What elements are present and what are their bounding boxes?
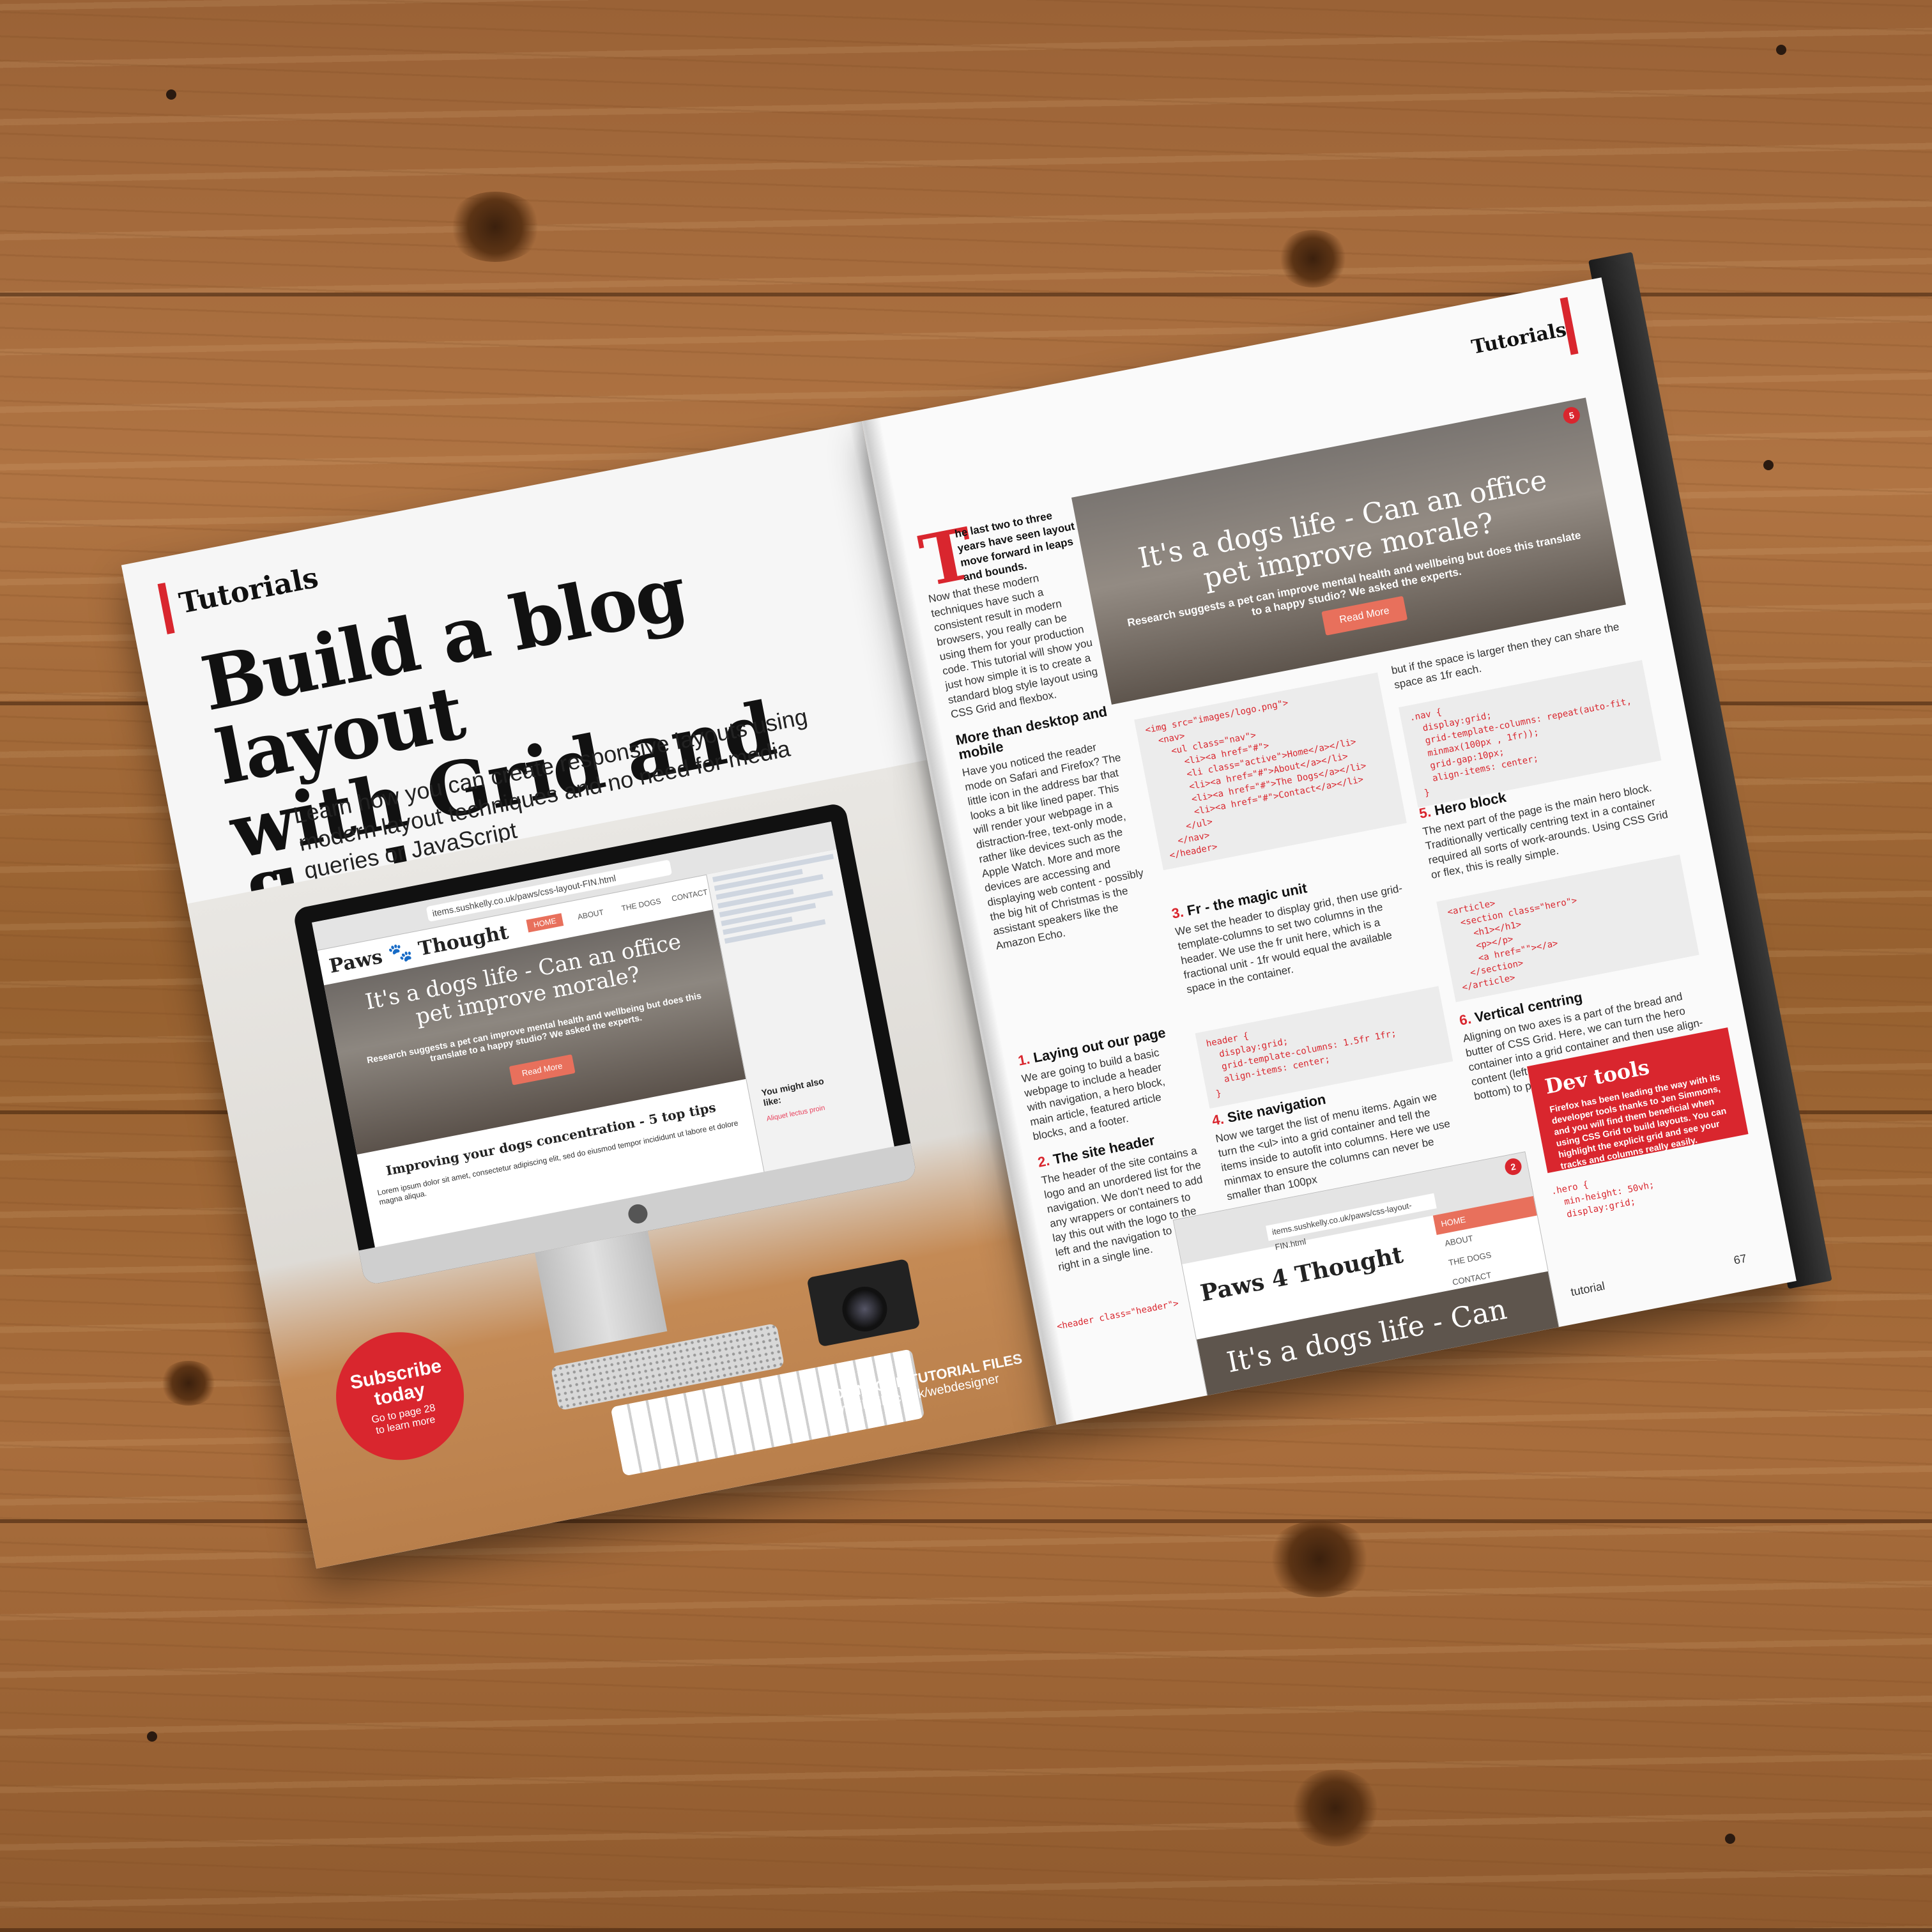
camera-lens bbox=[838, 1282, 891, 1335]
download-callout: DOWNLOAD TUTORIAL FILES www.filesilo.co.… bbox=[822, 1347, 1041, 1420]
code-header-open: <header class="header"> bbox=[1055, 1298, 1180, 1332]
page-number: 67 bbox=[1732, 1252, 1748, 1267]
section-label: Tutorials bbox=[176, 561, 321, 620]
nav-the-dogs: THE DOGS bbox=[620, 896, 662, 913]
step-badge: 5 bbox=[1561, 405, 1582, 425]
wood-knot bbox=[1265, 1521, 1374, 1597]
wood-knot bbox=[447, 192, 543, 262]
nav-about: ABOUT bbox=[576, 907, 605, 922]
floor-nail bbox=[1725, 1834, 1735, 1844]
column-2: 3. Fr - the magic unit We set the header… bbox=[1169, 849, 1427, 997]
nav-home: HOME bbox=[526, 913, 564, 933]
hero-strip-title: It's a dogs life - Can bbox=[1224, 1292, 1510, 1379]
browser-url: items.sushkelly.co.uk/paws/css-layout-FI… bbox=[1266, 1193, 1437, 1252]
section-marker bbox=[157, 583, 175, 634]
nav-contact: CONTACT bbox=[670, 887, 709, 903]
section-label: Tutorials bbox=[1469, 318, 1568, 359]
wood-knot bbox=[160, 1361, 217, 1406]
browser-url: items.sushkelly.co.uk/paws/css-layout-FI… bbox=[425, 859, 673, 922]
hero-read-more-button: Read More bbox=[509, 1054, 576, 1085]
apple-logo-icon bbox=[626, 1202, 650, 1225]
folio-label: tutorial bbox=[1569, 1279, 1606, 1299]
floor-nail bbox=[166, 89, 176, 100]
code-nav-markup: <img src="images/logo.png"> <nav> <ul cl… bbox=[1134, 672, 1407, 871]
desk-photo: items.sushkelly.co.uk/paws/css-layout-FI… bbox=[187, 760, 1057, 1569]
wood-knot bbox=[1278, 230, 1348, 288]
floor-nail bbox=[147, 1731, 157, 1742]
camera bbox=[806, 1258, 921, 1347]
para-more-than-desktop: Have you noticed the reader mode on Safa… bbox=[961, 740, 1145, 953]
monitor: items.sushkelly.co.uk/paws/css-layout-FI… bbox=[292, 802, 917, 1286]
wood-knot bbox=[1291, 1770, 1380, 1846]
floor-nail bbox=[1776, 45, 1786, 55]
monitor-stand bbox=[535, 1230, 668, 1353]
subscribe-roundel: Subscribe today Go to page 28 to learn m… bbox=[325, 1321, 475, 1471]
floor-nail bbox=[1763, 460, 1774, 470]
